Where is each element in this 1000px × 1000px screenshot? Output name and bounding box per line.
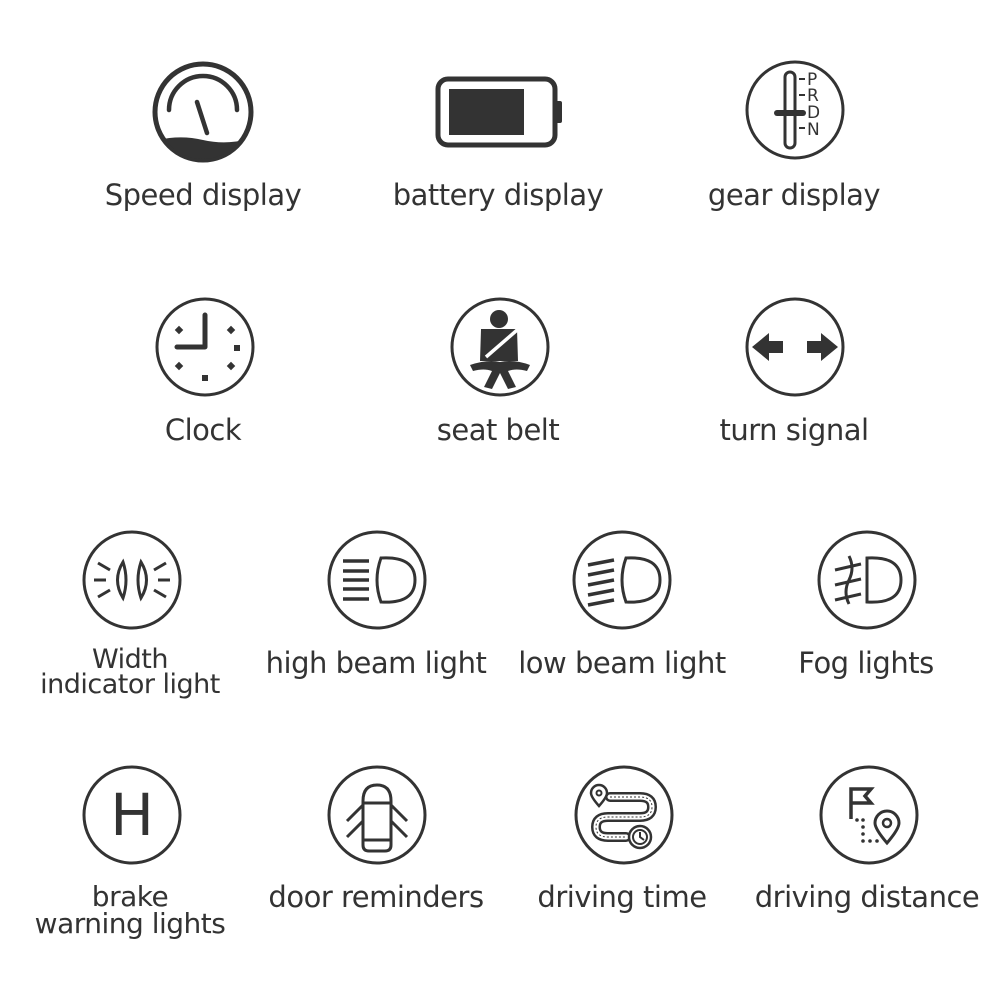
feature-label: brake warning lights (34, 880, 226, 940)
h-glyph: H (110, 781, 154, 849)
low-beam-icon (570, 528, 674, 632)
feature-label: turn signal (719, 413, 869, 447)
width-indicator-icon (80, 528, 184, 632)
feature-label: Clock (164, 413, 242, 447)
fog-light-icon (815, 528, 919, 632)
driving-distance-icon (817, 763, 921, 867)
high-beam-icon (325, 528, 429, 632)
battery-icon (435, 60, 565, 164)
seat-belt-icon (448, 295, 552, 399)
label-line-2: warning lights (34, 907, 226, 940)
driving-time-icon (572, 763, 676, 867)
feature-label: driving distance (754, 880, 980, 914)
feature-label: Fog lights (798, 646, 934, 680)
clock-icon (153, 295, 257, 399)
feature-label: gear display (707, 178, 881, 212)
gear-shift-icon: P R D N (743, 58, 847, 162)
feature-label: battery display (392, 178, 604, 212)
feature-label: driving time (537, 880, 707, 914)
feature-label: Width indicator light (40, 646, 220, 700)
label-line-1: brake (91, 880, 169, 913)
gear-letter-n: N (807, 120, 820, 140)
feature-label: door reminders (268, 880, 484, 914)
label-line-2: indicator light (40, 669, 220, 700)
brake-warning-icon: H (80, 763, 184, 867)
feature-label: seat belt (436, 413, 560, 447)
door-open-icon (325, 763, 429, 867)
turn-signal-icon (743, 295, 847, 399)
speedometer-icon (151, 60, 255, 164)
feature-label: low beam light (518, 646, 726, 680)
feature-label: high beam light (265, 646, 487, 680)
feature-label: Speed display (104, 178, 302, 212)
